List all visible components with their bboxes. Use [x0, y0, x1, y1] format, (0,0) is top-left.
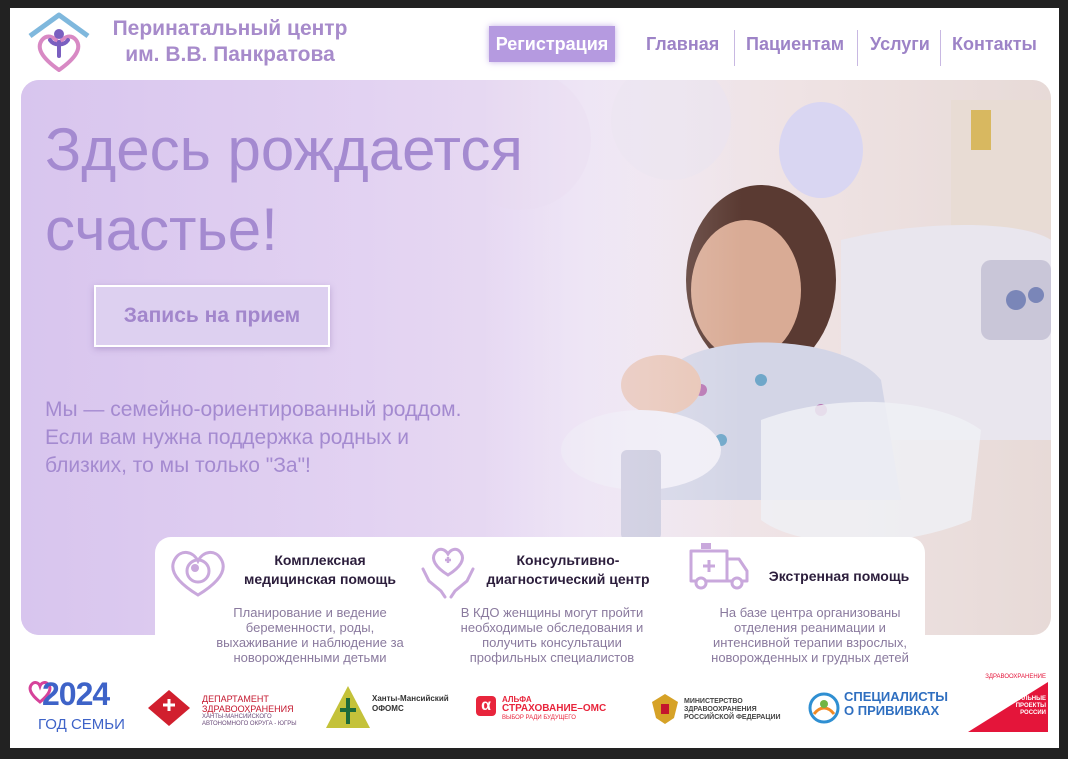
department-emblem-icon: [148, 690, 190, 726]
service-title: Комплексная медицинская помощь: [225, 551, 415, 589]
service-description-line-2: необходимые обследования и: [460, 620, 644, 635]
year-number: 2024: [42, 676, 110, 712]
vaccination-line-2: О ПРИВИВКАХ: [844, 703, 940, 718]
foms-line-2: ОФОМС: [372, 704, 404, 713]
service-description-line-4: новорожденными детьми: [233, 650, 387, 665]
service-title-line-2: диагностический центр: [486, 571, 650, 587]
khmao-foms-logo[interactable]: Ханты-Мансийский ОФОМС: [324, 684, 449, 730]
service-description: На базе центра организованы отделения ре…: [695, 605, 925, 665]
service-description-line-1: Планирование и ведение: [233, 605, 387, 620]
national-projects-text: НАЦИОНАЛЬНЫЕ ПРОЕКТЫ РОССИИ: [993, 696, 1047, 717]
service-diagnostic-center[interactable]: Консультивно- диагностический центр В КД…: [417, 537, 667, 679]
register-button[interactable]: Регистрация: [489, 26, 615, 62]
foms-emblem-icon: [326, 686, 370, 728]
vaccination-globe-icon: [808, 692, 840, 724]
service-description-line-1: На базе центра организованы: [719, 605, 901, 620]
service-emergency-care[interactable]: Экстренная помощь На базе центра организ…: [675, 537, 925, 679]
hero-title: Здесь рождается счастье!: [45, 110, 585, 270]
hero-subtitle: Мы — семейно-ориентированный роддом. Есл…: [45, 396, 545, 480]
service-description-line-4: новорожденных и грудных детей: [711, 650, 909, 665]
nav-divider: [940, 30, 941, 66]
department-line-2: ЗДРАВООХРАНЕНИЯ: [202, 704, 294, 714]
brand-title[interactable]: Перинатальный центр им. В.В. Панкратова: [90, 16, 370, 68]
ministry-line-2: ЗДРАВООХРАНЕНИЯ: [684, 706, 757, 713]
year-text: ГОД СЕМЬИ: [38, 716, 125, 733]
alfa-icon: α: [476, 696, 496, 716]
alfa-line-2: СТРАХОВАНИЕ–ОМС: [502, 703, 607, 714]
alfa-insurance-logo[interactable]: α АЛЬФА СТРАХОВАНИЕ–ОМС ВЫБОР РАДИ БУДУЩ…: [476, 696, 612, 726]
national-projects-line-2: ПРОЕКТЫ: [1015, 703, 1046, 709]
department-line-3: ХАНТЫ-МАНСИЙСКОГО: [202, 714, 272, 720]
main-nav: Регистрация Главная Пациентам Услуги Кон…: [486, 26, 1049, 66]
hero-title-line-2: счастье!: [45, 196, 278, 263]
health-department-logo[interactable]: ДЕПАРТАМЕНТ ЗДРАВООХРАНЕНИЯ ХАНТЫ-МАНСИЙ…: [146, 688, 297, 730]
service-description: В КДО женщины могут пройти необходимые о…: [437, 605, 667, 665]
perinatal-center-logo-icon[interactable]: [26, 12, 92, 73]
nav-divider: [734, 30, 735, 66]
service-complex-care[interactable]: Комплексная медицинская помощь Планирова…: [155, 537, 415, 679]
year-of-family-logo[interactable]: 2024 ГОД СЕМЬИ: [28, 676, 125, 742]
service-description-line-3: интенсивной терапии взрослых,: [712, 635, 907, 650]
nav-item-services[interactable]: Услуги: [870, 26, 930, 62]
service-title-line-1: Комплексная: [274, 552, 366, 568]
brand-line-2: им. В.В. Панкратова: [125, 43, 335, 66]
national-projects-top-label: ЗДРАВООХРАНЕНИЕ: [985, 674, 1046, 680]
service-description: Планирование и ведение беременности, род…: [205, 605, 415, 665]
nav-item-patients[interactable]: Пациентам: [746, 26, 844, 62]
double-eagle-icon: [652, 694, 678, 724]
service-description-line-2: отделения реанимации и: [734, 620, 886, 635]
hero-subtitle-line-2: Если вам нужна поддержка родных и: [45, 426, 410, 449]
department-line-4: АВТОНОМНОГО ОКРУГА - ЮГРЫ: [202, 721, 297, 727]
nav-item-contacts[interactable]: Контакты: [952, 26, 1037, 62]
hands-heart-icon: [421, 547, 475, 599]
service-description-line-4: профильных специалистов: [469, 650, 635, 665]
hero-subtitle-line-1: Мы — семейно-ориентированный роддом.: [45, 398, 462, 421]
partner-logos: 2024 ГОД СЕМЬИ ДЕПАРТАМЕНТ ЗДРАВООХРАНЕН…: [10, 670, 1059, 748]
service-title: Консультивно- диагностический центр: [471, 551, 665, 589]
department-line-1: ДЕПАРТАМЕНТ: [202, 694, 269, 704]
service-description-line-3: получить консультации: [482, 635, 622, 650]
national-projects-line-1: НАЦИОНАЛЬНЫЕ: [992, 696, 1047, 702]
service-description-line-1: В КДО женщины могут пройти: [460, 605, 644, 620]
brand-line-1: Перинатальный центр: [112, 17, 348, 40]
ministry-of-health-logo[interactable]: МИНИСТЕРСТВО ЗДРАВООХРАНЕНИЯ РОССИЙСКОЙ …: [650, 692, 781, 728]
vaccination-specialists-logo[interactable]: СПЕЦИАЛИСТЫ О ПРИВИВКАХ: [808, 688, 948, 730]
hero-title-line-1: Здесь рождается: [45, 116, 523, 183]
alfa-line-3: ВЫБОР РАДИ БУДУЩЕГО: [502, 715, 576, 721]
heart-baby-icon: [171, 551, 225, 597]
service-description-line-2: беременности, роды,: [245, 620, 375, 635]
service-title-line-1: Экстренная помощь: [768, 568, 910, 584]
national-projects-line-3: РОССИИ: [1020, 710, 1046, 716]
national-projects-logo[interactable]: ЗДРАВООХРАНЕНИЕ НАЦИОНАЛЬНЫЕ ПРОЕКТЫ РОС…: [968, 670, 1050, 732]
services-card: Комплексная медицинская помощь Планирова…: [155, 537, 925, 679]
foms-line-1: Ханты-Мансийский: [372, 694, 449, 703]
ministry-line-1: МИНИСТЕРСТВО: [684, 698, 743, 705]
ministry-line-3: РОССИЙСКОЙ ФЕДЕРАЦИИ: [684, 714, 781, 721]
service-title-line-1: Консультивно-: [516, 552, 620, 568]
ambulance-icon: [689, 543, 749, 590]
service-description-line-3: выхаживание и наблюдение за: [216, 635, 404, 650]
hero-subtitle-line-3: близких, то мы только "За"!: [45, 454, 311, 477]
page: Перинатальный центр им. В.В. Панкратова …: [10, 8, 1059, 748]
nav-item-main[interactable]: Главная: [646, 26, 719, 62]
vaccination-line-1: СПЕЦИАЛИСТЫ: [844, 689, 948, 704]
nav-divider: [857, 30, 858, 66]
service-title-line-2: медицинская помощь: [244, 571, 396, 587]
appointment-button[interactable]: Запись на прием: [94, 285, 330, 347]
service-title: Экстренная помощь: [753, 567, 925, 586]
